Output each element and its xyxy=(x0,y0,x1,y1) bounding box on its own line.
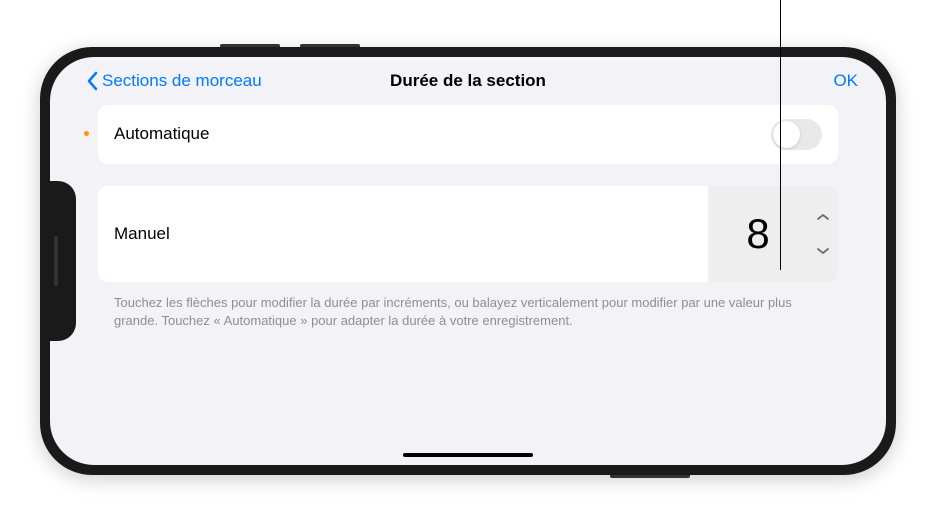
phone-hardware-button xyxy=(300,44,360,47)
home-indicator[interactable] xyxy=(403,453,533,457)
ok-button[interactable]: OK xyxy=(833,71,858,91)
recording-indicator-icon xyxy=(84,131,89,136)
help-text: Touchez les flèches pour modifier la dur… xyxy=(98,294,838,330)
notch xyxy=(50,181,76,341)
phone-hardware-button xyxy=(610,475,690,478)
automatic-toggle[interactable] xyxy=(771,119,822,150)
stepper-arrows xyxy=(808,186,838,282)
stepper-value[interactable]: 8 xyxy=(708,186,808,282)
phone-frame: Sections de morceau Durée de la section … xyxy=(40,47,896,475)
automatic-row: Automatique xyxy=(98,105,838,164)
automatic-label: Automatique xyxy=(114,124,209,144)
back-button[interactable]: Sections de morceau xyxy=(86,71,262,91)
chevron-up-icon[interactable] xyxy=(816,213,830,221)
page-title: Durée de la section xyxy=(390,71,546,91)
manual-row: Manuel 8 xyxy=(98,186,838,282)
phone-hardware-button xyxy=(220,44,280,47)
callout-line xyxy=(780,0,781,270)
manual-label: Manuel xyxy=(98,186,186,282)
nav-header: Sections de morceau Durée de la section … xyxy=(50,57,886,105)
speaker xyxy=(54,236,58,286)
back-label: Sections de morceau xyxy=(102,71,262,91)
chevron-down-icon[interactable] xyxy=(816,247,830,255)
screen: Sections de morceau Durée de la section … xyxy=(50,57,886,465)
content-area: Automatique Manuel 8 xyxy=(50,105,886,330)
toggle-knob xyxy=(773,121,800,148)
quantity-stepper[interactable]: 8 xyxy=(708,186,838,282)
chevron-left-icon xyxy=(86,71,98,91)
